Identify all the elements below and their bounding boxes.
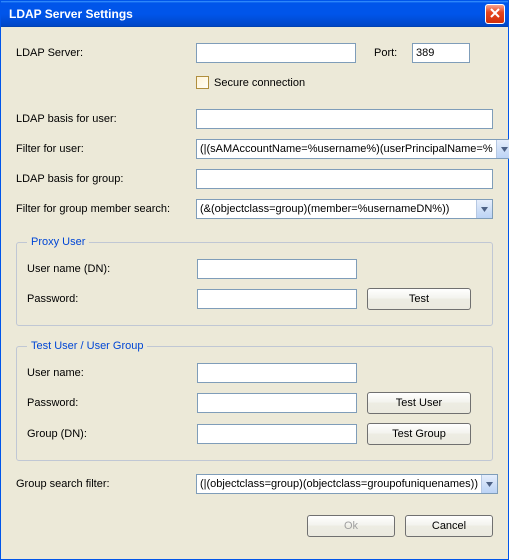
filter-user-combo[interactable]: (|(sAMAccountName=%username%)(userPrinci… — [196, 139, 509, 159]
filter-group-member-dropdown-button[interactable] — [476, 200, 492, 218]
filter-group-member-label: Filter for group member search: — [16, 203, 196, 215]
group-search-filter-dropdown-button[interactable] — [481, 475, 497, 493]
window-title: LDAP Server Settings — [9, 7, 485, 21]
proxy-username-input[interactable] — [197, 259, 357, 279]
group-search-filter-combo[interactable]: (|(objectclass=group)(objectclass=groupo… — [196, 474, 498, 494]
filter-group-member-combo[interactable]: (&(objectclass=group)(member=%usernameDN… — [196, 199, 493, 219]
chevron-down-icon — [481, 203, 488, 215]
secure-connection-checkbox[interactable] — [196, 76, 209, 89]
test-username-label: User name: — [27, 367, 197, 379]
filter-user-label: Filter for user: — [16, 143, 196, 155]
chevron-down-icon — [501, 143, 508, 155]
filter-user-value: (|(sAMAccountName=%username%)(userPrinci… — [197, 143, 496, 155]
group-search-filter-label: Group search filter: — [16, 478, 196, 490]
test-user-group: Test User / User Group User name: Passwo… — [16, 340, 493, 461]
port-label: Port: — [374, 47, 412, 59]
proxy-user-legend: Proxy User — [27, 236, 89, 248]
filter-user-dropdown-button[interactable] — [496, 140, 509, 158]
test-group-label: Group (DN): — [27, 428, 197, 440]
test-user-legend: Test User / User Group — [27, 340, 147, 352]
proxy-username-label: User name (DN): — [27, 263, 197, 275]
filter-group-member-value: (&(objectclass=group)(member=%usernameDN… — [197, 203, 476, 215]
test-password-label: Password: — [27, 397, 197, 409]
proxy-user-group: Proxy User User name (DN): Password: Tes… — [16, 236, 493, 326]
close-button[interactable] — [485, 4, 505, 24]
test-username-input[interactable] — [197, 363, 357, 383]
ldap-basis-group-label: LDAP basis for group: — [16, 173, 196, 185]
ldap-basis-user-input[interactable] — [196, 109, 493, 129]
test-password-input[interactable] — [197, 393, 357, 413]
secure-connection-label: Secure connection — [214, 77, 305, 89]
test-group-input[interactable] — [197, 424, 357, 444]
port-input[interactable] — [412, 43, 470, 63]
ldap-basis-group-input[interactable] — [196, 169, 493, 189]
close-icon — [490, 7, 500, 21]
proxy-test-button[interactable]: Test — [367, 288, 471, 310]
group-search-filter-value: (|(objectclass=group)(objectclass=groupo… — [197, 478, 481, 490]
test-group-button[interactable]: Test Group — [367, 423, 471, 445]
dialog-content: LDAP Server: Port: Secure connection LDA… — [1, 27, 508, 559]
ok-button[interactable]: Ok — [307, 515, 395, 537]
chevron-down-icon — [486, 478, 493, 490]
test-user-button[interactable]: Test User — [367, 392, 471, 414]
ldap-server-input[interactable] — [196, 43, 356, 63]
titlebar: LDAP Server Settings — [1, 1, 508, 27]
dialog-footer: Ok Cancel — [16, 503, 493, 537]
ldap-basis-user-label: LDAP basis for user: — [16, 113, 196, 125]
ldap-server-label: LDAP Server: — [16, 47, 196, 59]
proxy-password-input[interactable] — [197, 289, 357, 309]
cancel-button[interactable]: Cancel — [405, 515, 493, 537]
ldap-settings-dialog: LDAP Server Settings LDAP Server: Port: … — [0, 0, 509, 560]
proxy-password-label: Password: — [27, 293, 197, 305]
